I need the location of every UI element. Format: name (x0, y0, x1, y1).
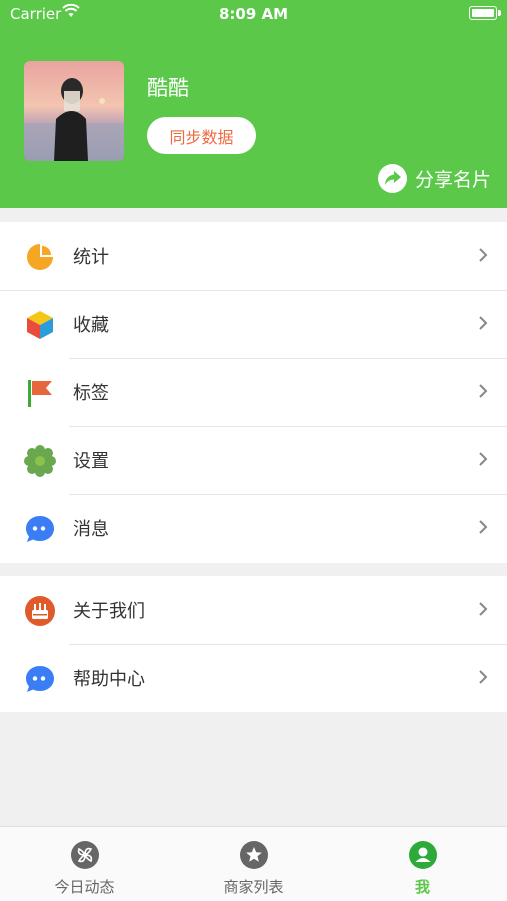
avatar[interactable] (24, 61, 124, 161)
menu-item-label: 标签 (73, 383, 109, 404)
tab-bar: 今日动态 商家列表 我 (0, 826, 507, 901)
status-bar: Carrier 8:09 AM (0, 0, 507, 28)
tab-label: 我 (414, 878, 430, 896)
cake-icon (24, 595, 56, 627)
menu-group-main: 统计 收藏 标签 设置 消息 (0, 222, 507, 563)
menu-item-label: 消息 (73, 519, 109, 540)
share-card-button[interactable]: 分享名片 (378, 162, 491, 194)
gear-icon (24, 445, 56, 477)
tab-merchant-list[interactable]: 商家列表 (169, 827, 338, 901)
person-icon (409, 841, 437, 869)
menu-item-label: 帮助中心 (73, 669, 145, 690)
clock: 8:09 AM (218, 5, 289, 23)
sync-data-button[interactable]: 同步数据 (147, 117, 256, 154)
tab-label: 商家列表 (223, 878, 284, 896)
chevron-right-icon (478, 247, 488, 267)
chevron-right-icon (478, 601, 488, 621)
battery-icon (469, 6, 501, 20)
chevron-right-icon (478, 669, 488, 689)
menu-item-settings[interactable]: 设置 (0, 426, 507, 494)
menu-item-label: 统计 (73, 247, 109, 268)
chevron-right-icon (478, 519, 488, 539)
flag-icon (24, 377, 56, 409)
chat-bubble-icon (24, 513, 56, 545)
cube-icon (24, 309, 56, 341)
pinwheel-icon (71, 841, 99, 869)
menu-item-about-us[interactable]: 关于我们 (0, 576, 507, 644)
chevron-right-icon (478, 383, 488, 403)
menu-item-label: 收藏 (73, 315, 109, 336)
menu-item-tags[interactable]: 标签 (0, 358, 507, 426)
tab-me[interactable]: 我 (338, 827, 507, 901)
tab-label: 今日动态 (54, 878, 115, 896)
menu-item-statistics[interactable]: 统计 (0, 222, 507, 290)
share-card-label: 分享名片 (415, 168, 492, 191)
chevron-right-icon (478, 451, 488, 471)
star-icon (240, 841, 268, 869)
chevron-right-icon (478, 315, 488, 335)
username: 酷酷 (147, 76, 189, 100)
profile-header: Carrier 8:09 AM 酷酷 同步数据 分享名片 (0, 0, 507, 208)
menu-item-favorites[interactable]: 收藏 (0, 290, 507, 358)
menu-item-label: 设置 (73, 451, 109, 472)
menu-item-label: 关于我们 (73, 601, 145, 622)
chat-bubble-icon (24, 663, 56, 695)
share-arrow-icon (378, 163, 407, 193)
menu-item-messages[interactable]: 消息 (0, 494, 507, 562)
menu-item-help-center[interactable]: 帮助中心 (0, 644, 507, 712)
pie-chart-icon (24, 241, 56, 273)
tab-today-feed[interactable]: 今日动态 (0, 827, 169, 901)
menu-group-secondary: 关于我们 帮助中心 (0, 576, 507, 712)
